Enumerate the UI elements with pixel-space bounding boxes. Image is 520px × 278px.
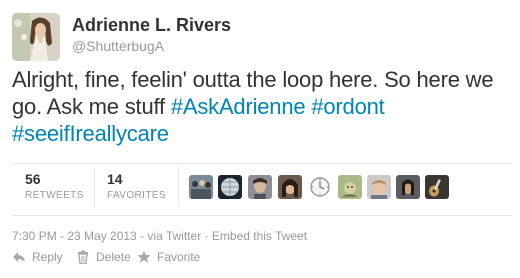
avatar-guitar-icon xyxy=(425,175,449,199)
divider-bottom xyxy=(12,215,512,216)
favoriter-avatar[interactable] xyxy=(425,175,449,199)
avatar-clock-icon xyxy=(308,175,332,199)
avatar-green-icon xyxy=(338,175,362,199)
avatar-face-4-icon xyxy=(396,175,420,199)
hashtag-seeifireallycare[interactable]: #seeifIreallycare xyxy=(12,121,169,146)
avatar-face-2-icon xyxy=(278,175,302,199)
favoriter-avatar[interactable] xyxy=(218,175,242,199)
stats-separator xyxy=(178,167,179,207)
tweet-source: via Twitter xyxy=(147,229,202,243)
avatar-face-1-icon xyxy=(248,175,272,199)
trash-icon xyxy=(78,250,88,264)
retweets-label: RETWEETS xyxy=(25,190,84,201)
user-full-name[interactable]: Adrienne L. Rivers xyxy=(72,15,231,36)
favoriter-avatar[interactable] xyxy=(278,175,302,199)
profile-avatar[interactable] xyxy=(12,13,60,61)
meta-separator: · xyxy=(204,229,212,243)
hashtag-askadrienne[interactable]: #AskAdrienne xyxy=(171,94,306,119)
favoriter-avatar[interactable] xyxy=(308,175,332,199)
favoriter-avatar[interactable] xyxy=(367,175,391,199)
tweet-meta: 7:30 PM - 23 May 2013 - via Twitter · Em… xyxy=(12,229,307,243)
tweet-text: Alright, fine, feelin' outta the loop he… xyxy=(12,66,512,147)
avatar-portrait-icon xyxy=(12,13,60,61)
hashtag-ordont[interactable]: #ordont xyxy=(311,94,384,119)
user-screen-name[interactable]: @ShutterbugA xyxy=(72,38,164,54)
retweets-stat[interactable]: 56 RETWEETS xyxy=(25,171,84,205)
avatar-globe-icon xyxy=(218,175,242,199)
reply-icon xyxy=(13,252,25,262)
retweets-count: 56 xyxy=(25,171,41,187)
favorite-label: Favorite xyxy=(157,250,201,264)
favoriter-avatar[interactable] xyxy=(248,175,272,199)
star-icon xyxy=(137,250,151,263)
favoriter-avatar[interactable] xyxy=(338,175,362,199)
favorites-stat[interactable]: 14 FAVORITES xyxy=(107,171,166,205)
stats-separator xyxy=(94,167,95,207)
delete-label: Delete xyxy=(96,250,131,264)
embed-tweet-link[interactable]: Embed this Tweet xyxy=(212,229,307,243)
avatar-crowd-icon xyxy=(189,175,213,199)
tweet-card: Adrienne L. Rivers @ShutterbugA Alright,… xyxy=(0,0,520,278)
tweet-timestamp[interactable]: 7:30 PM - 23 May 2013 xyxy=(12,229,137,243)
avatar-face-3-icon xyxy=(367,175,391,199)
favoriter-avatar[interactable] xyxy=(396,175,420,199)
favorites-count: 14 xyxy=(107,171,123,187)
reply-label: Reply xyxy=(32,250,63,264)
favoriter-avatar[interactable] xyxy=(189,175,213,199)
favorites-label: FAVORITES xyxy=(107,190,166,201)
divider-top xyxy=(12,163,512,164)
